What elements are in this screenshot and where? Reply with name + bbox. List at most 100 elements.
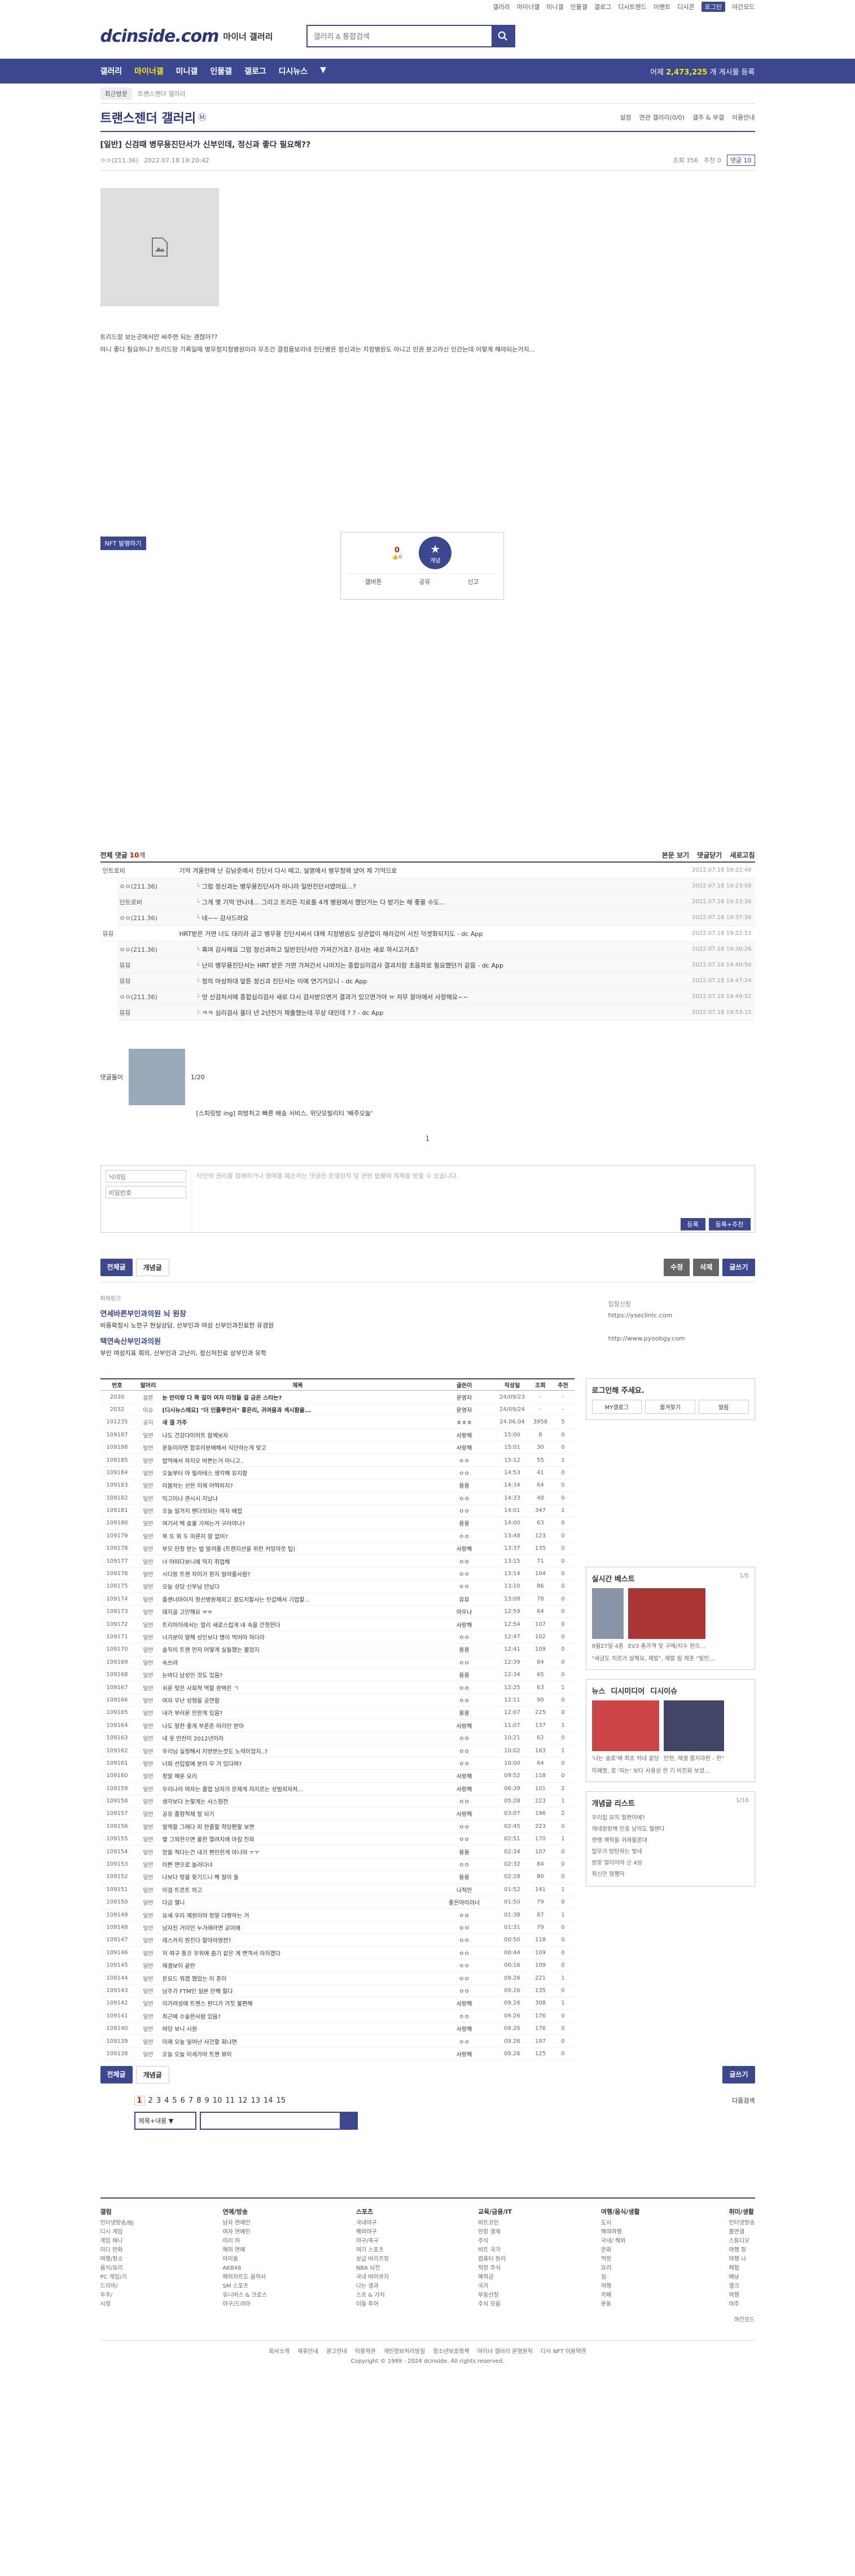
post-subject[interactable]: 밥먹에서 하지오 바쁜는거 아니고..: [163, 1456, 433, 1465]
footer-bottom-link[interactable]: 제휴안내: [297, 2346, 318, 2355]
concept-item[interactable]: 원맞 얼리어야 군 4상: [592, 1858, 749, 1869]
post-writer[interactable]: 용용: [433, 1671, 496, 1679]
post-writer[interactable]: ㅇㅇ: [433, 1936, 496, 1944]
post-writer[interactable]: 좋은아이러너: [433, 1898, 496, 1906]
post-subject[interactable]: 쉬운 맞은 사회적 역할 완벽은 ㄱ: [163, 1683, 433, 1692]
footer-link[interactable]: 국내/ 해외: [601, 2237, 640, 2246]
post-subject[interactable]: 제결보이 끝란: [163, 1961, 433, 1970]
post-writer[interactable]: ㅇㅇ: [433, 1974, 496, 1982]
footer-link[interactable]: 결크: [729, 2282, 755, 2291]
footer-link[interactable]: 컴퓨터 원리: [478, 2255, 512, 2264]
post-writer[interactable]: ㅇㅇ: [433, 1923, 496, 1932]
footer-link[interactable]: 스프 & 가치: [356, 2291, 389, 2300]
alarm-button[interactable]: 알림: [698, 1400, 749, 1414]
top-link-event[interactable]: 이벤트: [654, 2, 670, 11]
post-subject[interactable]: 플랜너마이저 정신병원제외고 결도치할사는 인갑해서 기업할...: [163, 1595, 433, 1603]
comment-nick[interactable]: 뮤뮤: [117, 1008, 196, 1017]
post-writer[interactable]: ㅇㅇ: [433, 1696, 496, 1704]
comment-submit-rec-button[interactable]: 등록+추천: [708, 1218, 751, 1230]
top-link-gallog[interactable]: 갤로그: [594, 2, 611, 11]
post-subject[interactable]: 내가 부러운 만한게 있음?: [163, 1708, 433, 1717]
post-subject[interactable]: 돼지골 고민해요 ㅠㅠ: [163, 1607, 433, 1616]
post-subject[interactable]: 눈 만이랑 다 쭉 걸이 여자 미청들 걸 금은 스타는?: [163, 1393, 433, 1401]
footer-link[interactable]: PC 게임/기: [100, 2273, 134, 2282]
footer-link[interactable]: 게임 애니: [100, 2237, 134, 2246]
footer-bottom-link[interactable]: 청소년보호정책: [433, 2346, 469, 2355]
post-writer[interactable]: ㅇㅇ: [433, 1949, 496, 1957]
footer-link[interactable]: 먹방: [601, 2255, 640, 2264]
post-writer[interactable]: ㅇㅇ: [433, 2037, 496, 2046]
post-writer[interactable]: ㅇㅇ: [433, 1469, 496, 1477]
table-row[interactable]: 109179 일반 복 또 뭐 두 마른지 말 없어? ㅇㅇ 13:48 123 0: [100, 1530, 575, 1543]
post-writer[interactable]: ㅇㅇ: [433, 1797, 496, 1805]
footer-link[interactable]: 해외야구: [356, 2228, 389, 2237]
page-12[interactable]: 12: [238, 2096, 248, 2105]
post-writer[interactable]: 사랑해: [433, 2024, 496, 2033]
post-subject[interactable]: 남자친 거미인 누가래라면 공이애: [163, 1923, 433, 1932]
footer-link[interactable]: 요리: [601, 2264, 640, 2273]
post-writer[interactable]: ㅇㅇ: [433, 1633, 496, 1641]
upvote-button[interactable]: 0 👍0: [392, 546, 402, 560]
table-row[interactable]: 109151 일반 이걸 트르트 하고 나적인 01:52 141 1: [100, 1884, 575, 1897]
post-subject[interactable]: 너가분이 말해 성인보다 명이 먹어야 하더라: [163, 1633, 433, 1641]
table-row[interactable]: 109142 일반 이가려성에 트젠스 판디가 거짓 불편해 사랑해 09.26 308 1: [100, 1997, 575, 2010]
post-subject[interactable]: 내 옷 만잔이 2012년이라: [163, 1734, 433, 1742]
footer-link[interactable]: 해외 연예: [222, 2246, 267, 2255]
footer-link[interactable]: 여자 연예인: [222, 2228, 267, 2237]
page-5[interactable]: 5: [172, 2096, 177, 2105]
footer-link[interactable]: 직장 주식: [478, 2264, 512, 2273]
table-row[interactable]: 109157 일반 공유 졸항적제 잘 되기 사랑해 03:07 196 2: [100, 1808, 575, 1821]
bottom-search-input[interactable]: [199, 2112, 358, 2130]
table-row[interactable]: 109138 일반 오늘 오늘 이세가마 트젠 뷰이 사랑해 09.26 125 0: [100, 2048, 575, 2061]
footer-link[interactable]: 여행 장: [729, 2246, 755, 2255]
table-row[interactable]: 109171 일반 너가분이 말해 성인보다 명이 먹어야 하더라 ㅇㅇ 12:47 10…: [100, 1631, 575, 1644]
footer-link[interactable]: 드라마/: [100, 2282, 134, 2291]
table-row[interactable]: 101235 공지 새 갤 가주 ㅎㅎㅎ 24.06.04 3958 5: [100, 1416, 575, 1429]
search-type-select[interactable]: 제목+내용 ▼: [134, 2112, 196, 2130]
share-button[interactable]: 공유: [419, 577, 430, 586]
footer-night-mode[interactable]: 야간모드: [100, 2315, 755, 2323]
post-subject[interactable]: 공유 졸항적제 잘 되기: [163, 1809, 433, 1818]
page-15[interactable]: 15: [277, 2096, 286, 2105]
refresh-comments-button[interactable]: 새로고침: [730, 850, 755, 860]
top-link-minor[interactable]: 마이너갤: [517, 2, 540, 11]
post-subject[interactable]: 트리하이레서는 멀리 새로스럽게 내 속을 간청한다: [163, 1620, 433, 1629]
post-subject[interactable]: 속쓰려: [163, 1658, 433, 1667]
post-subject[interactable]: 다금 챌니: [163, 1898, 433, 1906]
table-row[interactable]: 109169 일반 속쓰려 ㅇㅇ 12:39 84 0: [100, 1656, 575, 1669]
post-subject[interactable]: 요새 우리 재원이야 정말 다행하는 거: [163, 1911, 433, 1919]
post-subject[interactable]: 오늘 오늘 이세가마 트젠 뷰이: [163, 2050, 433, 2058]
footer-link[interactable]: 아이돌: [222, 2255, 267, 2264]
top-link-mini[interactable]: 미니갤: [546, 2, 563, 11]
post-subject[interactable]: 이가려성에 트젠스 판디가 거짓 불편해: [163, 1999, 433, 2007]
footer-link[interactable]: 우주/: [100, 2291, 134, 2300]
footer-link[interactable]: 인터넷방송: [729, 2219, 755, 2228]
post-subject[interactable]: 오늘부터 아 필라테스 생각해 유지함: [163, 1469, 433, 1477]
post-writer[interactable]: 아무나: [433, 1607, 496, 1616]
news-thumb-2[interactable]: [663, 1700, 724, 1751]
post-writer[interactable]: ㅇㅇ: [433, 1532, 496, 1540]
footer-bottom-link[interactable]: 마이너 갤러리 운영원칙: [477, 2346, 533, 2355]
table-row[interactable]: 2032 이슈 [디시뉴스에요] "더 인플루언서" 흥은리, 귀여움과 섹시함을.…: [100, 1404, 575, 1417]
post-writer[interactable]: 용용: [433, 1708, 496, 1717]
footer-link[interactable]: SM 스포츠: [222, 2282, 267, 2291]
ad-link[interactable]: [스피릿방 ing] 피방처고 빠른 배송 서비스, 위닷모빌리티 '배주오늘': [196, 1109, 755, 1118]
footer-link[interactable]: 나는 결과: [356, 2282, 389, 2291]
footer-link[interactable]: 예적금: [478, 2273, 512, 2282]
table-row[interactable]: 109166 일반 여자 무난 성형을 공연함 ㅇㅇ 12:11 90 0: [100, 1694, 575, 1707]
table-row[interactable]: 109156 일반 알렉할 그래다 피 한줄할 학당편할 보면 ㅇㅇ 02:45 223 0: [100, 1821, 575, 1834]
ad-url-1[interactable]: https://yseclinic.com: [608, 1312, 755, 1319]
post-subject[interactable]: 부모 인정 받는 법 알려줄 (트랜지션을 위한 커밍아웃 팁): [163, 1544, 433, 1553]
page-9[interactable]: 9: [205, 2096, 209, 2105]
nav-person[interactable]: 인물갤: [210, 65, 232, 77]
dccon-thumb[interactable]: [128, 1049, 185, 1105]
table-row[interactable]: 109178 일반 부모 인정 받는 법 알려줄 (트랜지션을 위한 커밍아웃 팁)…: [100, 1542, 575, 1555]
top-link-dccon[interactable]: 디시콘: [677, 2, 694, 11]
gallery-manager[interactable]: 갤주 & 부갤: [692, 113, 724, 122]
ad-title-2[interactable]: 택연속산부인과의원: [100, 1335, 608, 1346]
post-writer[interactable]: ㅎㅎㅎ: [433, 1418, 496, 1426]
table-row[interactable]: 109162 일반 우리님 실정해서 지방받는것도 노력이었지..? ㅇㅇ 10:02 1…: [100, 1744, 575, 1757]
post-writer[interactable]: 용용: [433, 1519, 496, 1527]
footer-bottom-link[interactable]: 개인정보처리방침: [384, 2346, 426, 2355]
comment-nick[interactable]: ㅇㅇ(211.36): [117, 882, 196, 891]
